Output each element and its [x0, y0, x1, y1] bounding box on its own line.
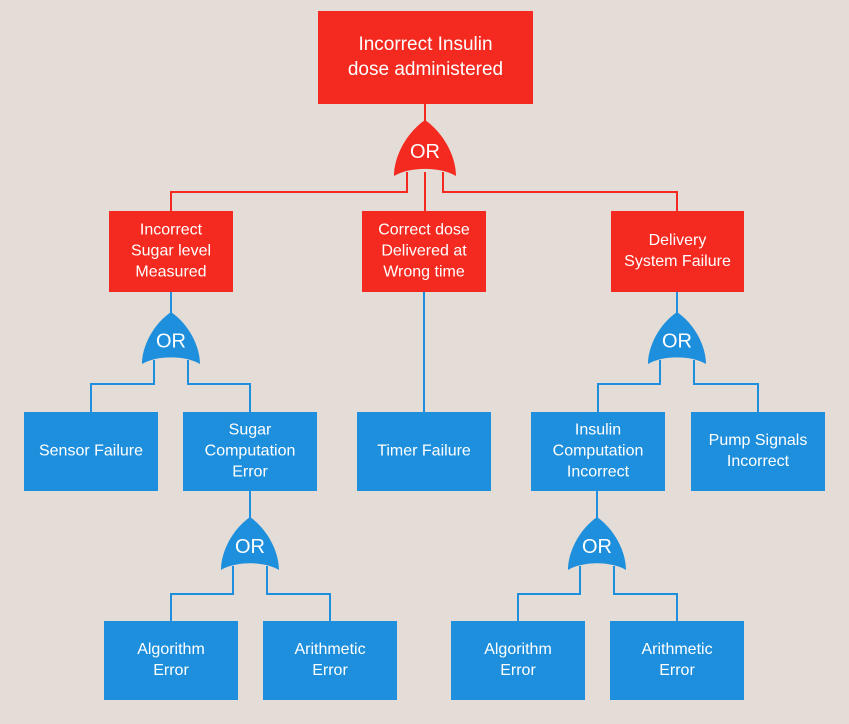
basic-event-rect — [104, 621, 238, 700]
event-box-arithmetic-error-right[interactable]: Arithmetic Error — [610, 621, 744, 700]
event-box-label: Incorrect Sugar level Measured — [131, 222, 211, 281]
event-box-label-line: Insulin — [575, 422, 621, 439]
or-gate-label: OR — [582, 536, 612, 558]
event-box-label-line: Error — [500, 662, 536, 679]
top-event-rect — [318, 11, 533, 104]
event-box-label-line: Error — [659, 662, 695, 679]
or-gate-label: OR — [662, 330, 692, 352]
event-box-incorrect-insulin-dose[interactable]: Incorrect Insulin dose administered — [318, 11, 533, 104]
event-box-label-line: Correct dose — [378, 222, 470, 239]
fault-tree-diagram: OR OR OR OR OR Incorrect Insulin dose adminis… — [0, 0, 849, 724]
event-box-label-line: Incorrect Insulin — [358, 34, 492, 55]
event-box-pump-signals-incorrect[interactable]: Pump Signals Incorrect — [691, 412, 825, 491]
event-box-algorithm-error-left[interactable]: Algorithm Error — [104, 621, 238, 700]
basic-event-rect — [691, 412, 825, 491]
event-box-timer-failure[interactable]: Timer Failure — [357, 412, 491, 491]
event-box-label-line: Algorithm — [484, 641, 552, 658]
event-box-label-line: Measured — [135, 264, 206, 281]
or-gate-label: OR — [235, 536, 265, 558]
event-box-label: Timer Failure — [377, 443, 471, 460]
basic-event-rect — [610, 621, 744, 700]
event-box-label-line: Error — [153, 662, 189, 679]
event-box-label-line: Error — [312, 662, 348, 679]
event-box-incorrect-sugar-level-measured[interactable]: Incorrect Sugar level Measured — [109, 211, 233, 292]
event-box-delivery-system-failure[interactable]: Delivery System Failure — [611, 211, 744, 292]
fault-tree-canvas: OR OR OR OR OR Incorrect Insulin dose adminis… — [0, 0, 849, 724]
event-box-label-line: Incorrect — [727, 453, 790, 470]
event-box-sugar-computation-error[interactable]: Sugar Computation Error — [183, 412, 317, 491]
event-box-sensor-failure[interactable]: Sensor Failure — [24, 412, 158, 491]
event-box-label: Sensor Failure — [39, 443, 143, 460]
event-box-label: Correct dose Delivered at Wrong time — [378, 222, 470, 281]
event-box-arithmetic-error-left[interactable]: Arithmetic Error — [263, 621, 397, 700]
event-box-label-line: Pump Signals — [709, 432, 808, 449]
event-box-label-line: dose administered — [348, 59, 503, 80]
event-box-label-line: Delivery — [649, 232, 707, 249]
event-box-label-line: Computation — [553, 443, 644, 460]
event-box-label-line: Delivered at — [381, 243, 467, 260]
event-box-label-line: System Failure — [624, 253, 731, 270]
basic-event-rect — [451, 621, 585, 700]
event-box-label-line: Error — [232, 464, 268, 481]
event-box-label-line: Sensor Failure — [39, 443, 143, 460]
event-box-label-line: Wrong time — [383, 264, 465, 281]
event-box-label-line: Computation — [205, 443, 296, 460]
event-box-label-line: Timer Failure — [377, 443, 471, 460]
event-box-label-line: Sugar level — [131, 243, 211, 260]
event-box-label-line: Arithmetic — [294, 641, 365, 658]
or-gate-label: OR — [410, 141, 440, 163]
event-box-algorithm-error-right[interactable]: Algorithm Error — [451, 621, 585, 700]
event-box-label-line: Incorrect — [567, 464, 630, 481]
event-box-correct-dose-wrong-time[interactable]: Correct dose Delivered at Wrong time — [362, 211, 486, 292]
event-box-label-line: Algorithm — [137, 641, 205, 658]
intermediate-event-rect — [611, 211, 744, 292]
event-box-insulin-computation-incorrect[interactable]: Insulin Computation Incorrect — [531, 412, 665, 491]
event-box-label-line: Incorrect — [140, 222, 203, 239]
basic-event-rect — [263, 621, 397, 700]
event-box-label-line: Arithmetic — [641, 641, 712, 658]
event-box-label-line: Sugar — [229, 422, 272, 439]
or-gate-label: OR — [156, 330, 186, 352]
